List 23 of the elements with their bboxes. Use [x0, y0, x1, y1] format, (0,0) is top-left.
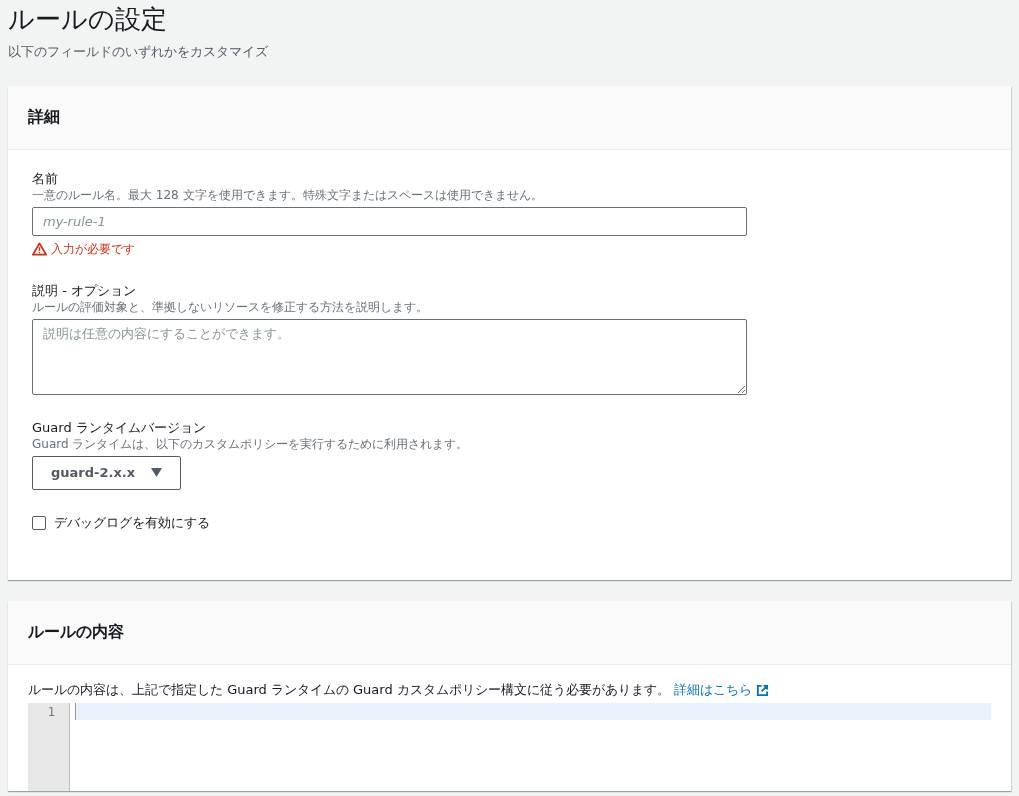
- checkbox[interactable]: [32, 515, 46, 530]
- field-description: 一意のルール名。最大 128 文字を使用できます。特殊文字またはスペースは使用できません。: [32, 187, 544, 203]
- field-description: ルールの評価対象と、準拠しないリソースを修正する方法を説明します。: [32, 300, 429, 315]
- learn-more-link[interactable]: 詳細はこちら: [673, 681, 770, 697]
- caret-icon: [151, 468, 163, 478]
- description-textarea[interactable]: 説明は任意の内容にすることができます。: [32, 319, 747, 395]
- checkbox-label: デバッグログを有効にする: [54, 513, 210, 532]
- field-label: 名前: [32, 169, 59, 188]
- runtime-select[interactable]: guard-2.x.x: [32, 456, 182, 490]
- line-number: 1: [46, 703, 55, 721]
- rule-content-note: ルールの内容は、上記で指定した Guard ランタイムの Guard カスタムポリシー構文に従う必要があります。 詳細はこちら: [28, 680, 991, 699]
- field-label: Guard ランタイムバージョン: [32, 419, 207, 437]
- name-input[interactable]: my-rule-1: [32, 206, 747, 236]
- panel-heading: ルールの内容: [8, 600, 1011, 665]
- page-subtitle: 以下のフィールドのいずれかをカスタマイズ: [8, 43, 269, 61]
- error-message: 入力が必要です: [51, 241, 135, 258]
- code-editor[interactable]: 1: [28, 702, 991, 791]
- page-title: ルールの設定: [8, 3, 168, 36]
- field-label: 説明 - オプション: [32, 282, 137, 300]
- field-description: Guard ランタイムは、以下のカスタムポリシーを実行するために利用されます。: [32, 437, 470, 452]
- panel-heading: 詳細: [8, 85, 1011, 150]
- warning-icon: [32, 242, 47, 256]
- external-link-icon: [756, 683, 770, 697]
